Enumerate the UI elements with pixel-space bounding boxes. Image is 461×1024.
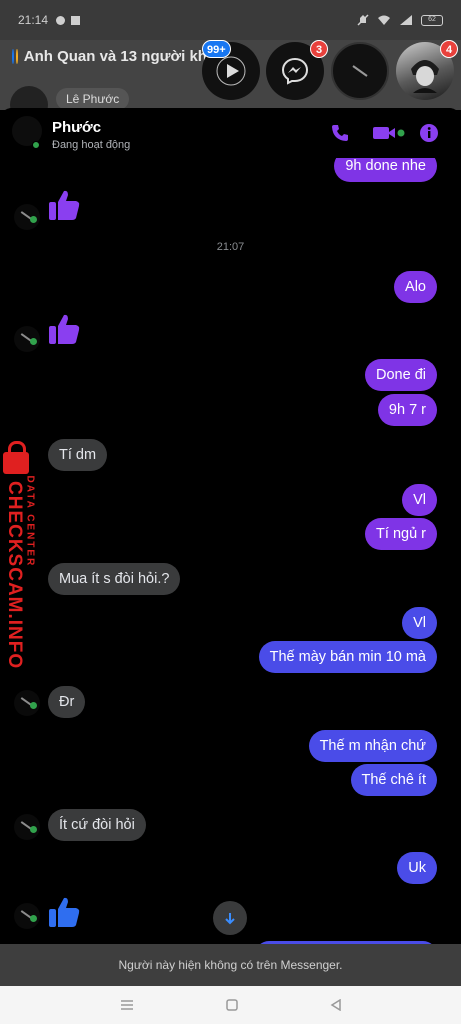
lock-icon [3, 441, 29, 474]
wifi-icon [378, 15, 390, 25]
contact-name[interactable]: Phước [52, 119, 101, 136]
online-indicator [30, 216, 37, 223]
arrow-down-icon [225, 913, 235, 925]
chat-head-video[interactable]: 99+ [202, 40, 260, 100]
message-bubble[interactable]: Done đi [365, 359, 437, 391]
status-bar: 21:14 62 [0, 0, 461, 40]
anime-avatar-icon [411, 60, 439, 93]
group-chat-title-text: Anh Quan và 13 người kh [23, 48, 207, 65]
unavailable-banner: Người này hiện không có trên Messenger. [0, 944, 461, 986]
chat-head-badge: 3 [310, 40, 328, 58]
menu-icon[interactable] [120, 999, 134, 1011]
like-thumb-icon[interactable] [47, 188, 81, 222]
message-bubble[interactable]: Thế m nhận chứ [308, 730, 437, 762]
signal-icon [400, 15, 412, 25]
message-bubble[interactable]: Vl [402, 484, 437, 516]
chat-head-active-contact[interactable] [331, 42, 389, 100]
online-indicator [30, 915, 37, 922]
message-bubble[interactable]: Thế mày bán min 10 mà [258, 641, 437, 673]
message-bubble[interactable]: Tí dm [48, 439, 108, 471]
play-icon [216, 56, 246, 86]
back-icon[interactable] [330, 999, 342, 1011]
like-thumb-icon[interactable] [47, 312, 81, 346]
online-indicator [30, 702, 37, 709]
scroll-to-bottom-button[interactable] [213, 901, 247, 935]
navigation-bar [0, 986, 461, 1024]
like-reaction-icon [12, 49, 14, 64]
chat-header: Phước Đang hoạt động [0, 108, 461, 158]
phone-icon[interactable] [330, 123, 350, 143]
battery-icon: 62 [421, 14, 443, 26]
timestamp: 21:07 [216, 241, 245, 253]
notification-icon [71, 15, 81, 25]
member-name: Lê Phước [56, 88, 130, 110]
watermark-tagline: DATA CENTER [24, 475, 36, 568]
message-list[interactable]: 9h done nhe 21:07 Alo Done đi 9h 7 r Tí … [0, 108, 461, 944]
chat-head-messenger[interactable]: 3 [266, 40, 328, 100]
contact-status: Đang hoạt động [52, 139, 131, 151]
chat-head-anime-avatar[interactable]: 4 [396, 40, 458, 100]
message-bubble[interactable]: Alo [394, 271, 437, 303]
message-bubble[interactable]: Uk [397, 852, 437, 884]
message-bubble[interactable]: Đr [48, 686, 86, 718]
chat-panel: 9h done nhe 21:07 Alo Done đi 9h 7 r Tí … [0, 108, 461, 944]
status-time: 21:14 [18, 13, 49, 27]
message-bubble[interactable]: Tí ngủ r [365, 518, 437, 550]
message-bubble[interactable]: Mua ít s đòi hỏi.? [48, 563, 181, 595]
online-indicator [30, 338, 37, 345]
info-icon[interactable] [419, 123, 439, 143]
video-call-icon[interactable] [372, 124, 406, 142]
chat-head-badge: 4 [440, 40, 458, 58]
message-bubble[interactable]: 9h 7 r [377, 394, 437, 426]
message-bubble[interactable]: Ít cứ đòi hỏi [48, 809, 146, 841]
mute-icon [357, 14, 369, 26]
home-icon[interactable] [225, 999, 238, 1011]
messenger-icon [281, 57, 309, 85]
watermark: DATA CENTER CHECKSCAM.INFO [0, 441, 50, 680]
online-indicator [32, 141, 40, 149]
messenger-notification-icon [56, 15, 66, 25]
haha-reaction-icon [15, 49, 18, 64]
like-thumb-icon[interactable] [47, 895, 81, 929]
message-bubble[interactable]: Vl [402, 607, 437, 639]
chat-head-badge: 99+ [202, 40, 231, 58]
online-indicator [30, 826, 37, 833]
contact-avatar-icon [352, 65, 368, 77]
message-bubble[interactable]: Thế chê ít [350, 764, 437, 796]
watermark-brand: CHECKSCAM.INFO [4, 481, 25, 670]
group-chat-title[interactable]: Anh Quan và 13 người kh [12, 48, 207, 65]
